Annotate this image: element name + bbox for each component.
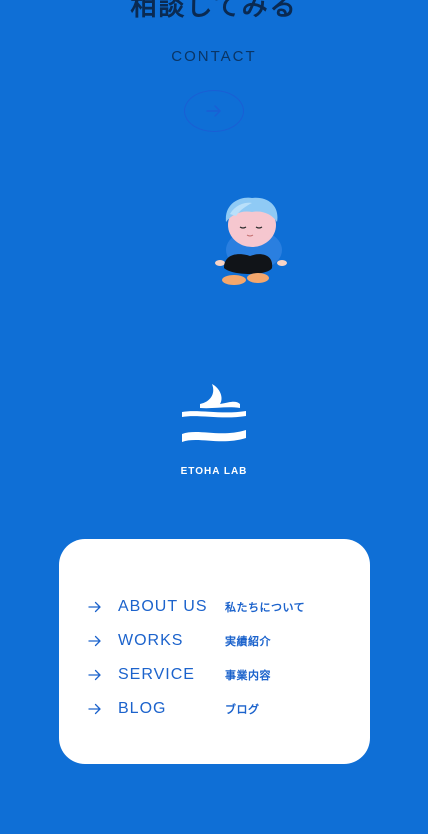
menu-item-service[interactable]: SERVICE 事業内容 (88, 658, 370, 692)
menu-item-about-us[interactable]: ABOUT US 私たちについて (88, 590, 370, 624)
menu-item-label: SERVICE (118, 666, 195, 683)
arrow-right-icon (88, 669, 101, 681)
menu-item-sublabel: 実績紹介 (225, 636, 271, 648)
etoha-lab-logo (182, 384, 246, 442)
logo-text: ETOHA LAB (180, 466, 248, 477)
arrow-right-icon (88, 601, 101, 613)
menu-item-label: BLOG (118, 700, 167, 717)
sitting-character-illustration (215, 197, 287, 285)
menu-item-sublabel: 事業内容 (225, 670, 271, 682)
menu-item-blog[interactable]: BLOG ブログ (88, 692, 370, 726)
menu-item-works[interactable]: WORKS 実績紹介 (88, 624, 370, 658)
arrow-right-icon (206, 105, 221, 117)
contact-button[interactable] (184, 90, 244, 132)
footer-menu-card: ABOUT US 私たちについて WORKS 実績紹介 SERVICE 事業内容… (59, 539, 370, 764)
contact-heading: 相談してみる (130, 0, 298, 22)
arrow-right-icon (88, 703, 101, 715)
arrow-right-icon (88, 635, 101, 647)
menu-item-sublabel: ブログ (225, 704, 260, 716)
menu-item-sublabel: 私たちについて (225, 602, 306, 614)
menu-item-label: WORKS (118, 632, 184, 649)
menu-item-label: ABOUT US (118, 598, 208, 615)
contact-label: CONTACT (171, 48, 257, 65)
